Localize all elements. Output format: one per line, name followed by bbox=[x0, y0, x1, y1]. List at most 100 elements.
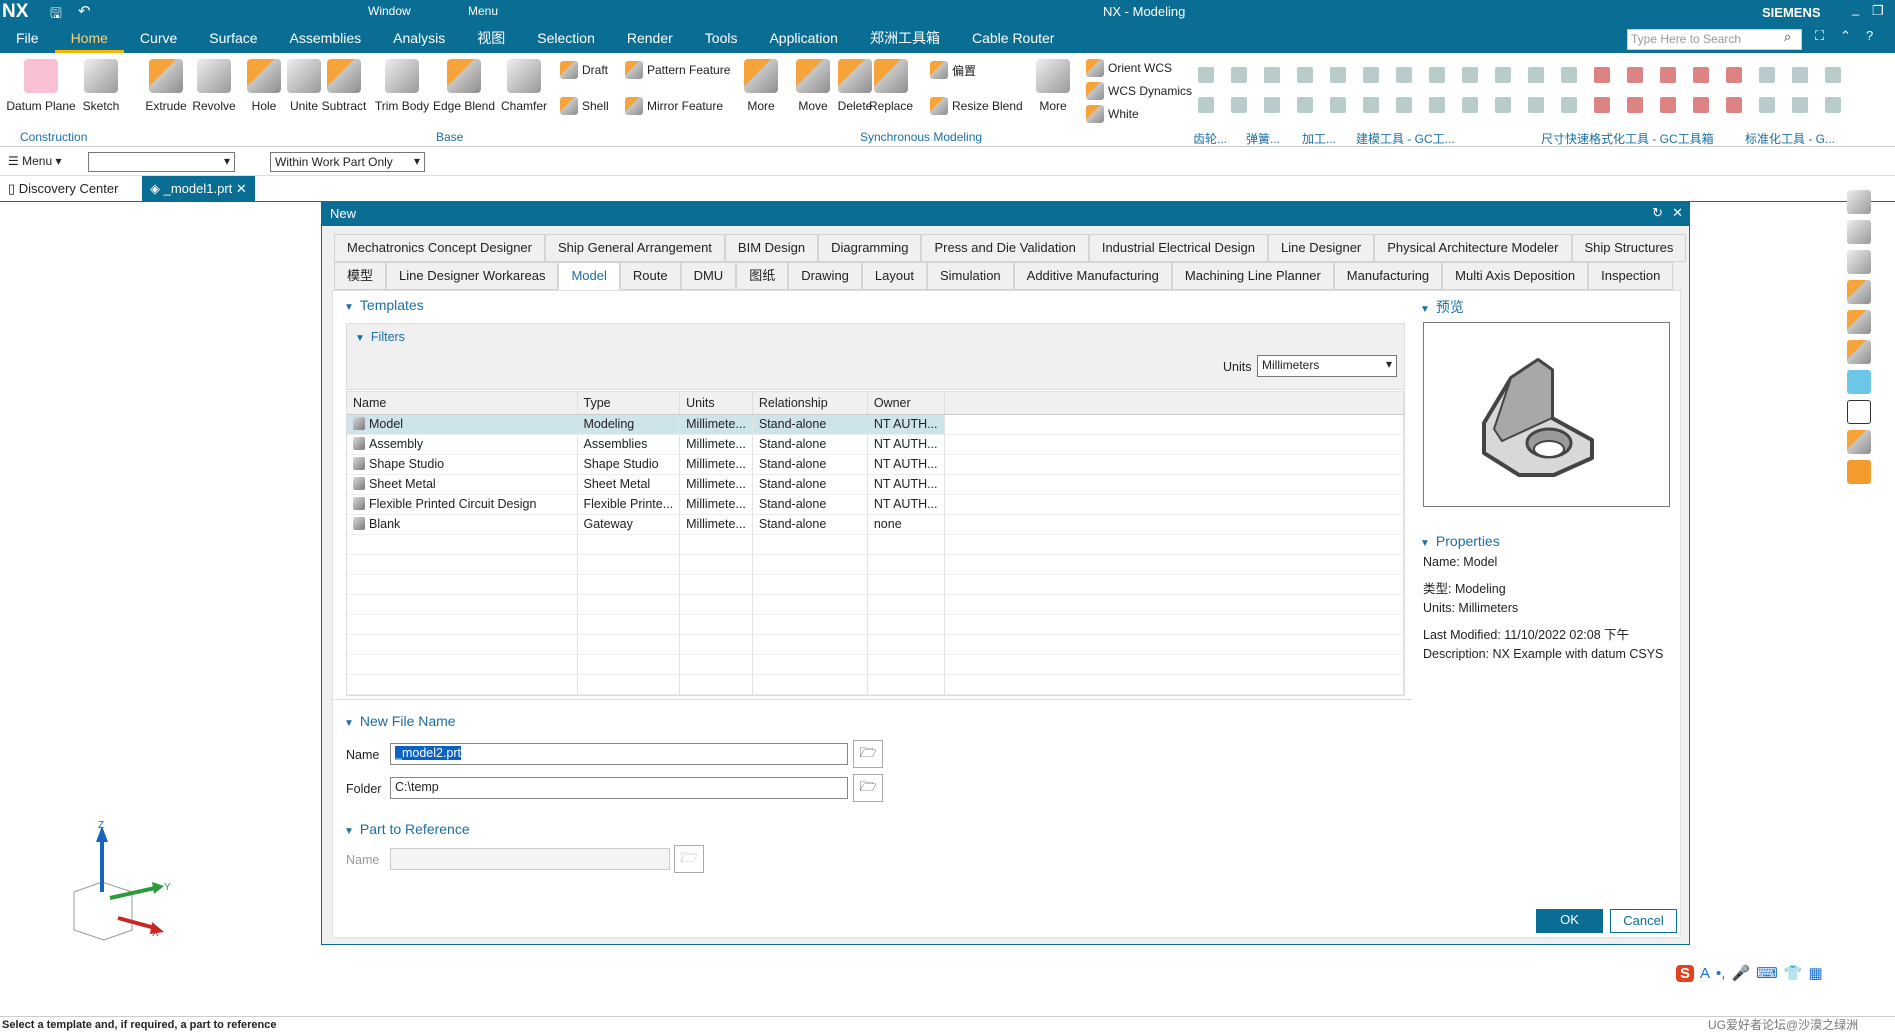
menu-7[interactable]: Selection bbox=[521, 24, 611, 53]
tab-tabs_row1-2[interactable]: BIM Design bbox=[724, 234, 819, 262]
part-to-reference-header[interactable]: ▼ Part to Reference bbox=[344, 821, 470, 837]
extrude-icon[interactable] bbox=[1847, 370, 1871, 394]
close-dialog-icon[interactable]: ✕ bbox=[1672, 205, 1683, 221]
copy-body-icon[interactable] bbox=[1847, 310, 1871, 334]
table-row[interactable]: Model Modeling Millimete... Stand-alone NT A… bbox=[347, 414, 1404, 435]
tool-icon[interactable] bbox=[1528, 97, 1544, 113]
tab-tabs_row1-0[interactable]: Mechatronics Concept Designer bbox=[334, 234, 545, 262]
group-construction[interactable]: Construction bbox=[20, 130, 87, 144]
table-row[interactable]: Shape Studio Shape Studio Millimete... Stan… bbox=[347, 454, 1404, 475]
group-tools[interactable]: 齿轮... bbox=[1193, 130, 1227, 147]
ribbon-button[interactable]: Edge Blend bbox=[432, 59, 496, 113]
keyboard-icon[interactable]: ⌨ bbox=[1756, 964, 1778, 982]
undo-icon[interactable]: ↶ bbox=[78, 2, 91, 20]
table-row[interactable] bbox=[347, 674, 1404, 695]
menu-3[interactable]: Surface bbox=[193, 24, 273, 53]
tab-tabs_row1-4[interactable]: Press and Die Validation bbox=[921, 234, 1089, 262]
skin-icon[interactable]: 👕 bbox=[1784, 964, 1803, 982]
help-icon[interactable]: ? bbox=[1866, 28, 1873, 43]
tab-tabs_row2-13[interactable]: Inspection bbox=[1588, 262, 1674, 290]
ribbon-small-button[interactable]: Orient WCS bbox=[1086, 59, 1172, 77]
tool-icon[interactable] bbox=[1363, 97, 1379, 113]
ribbon-small-button[interactable]: Pattern Feature bbox=[625, 61, 730, 79]
menu-9[interactable]: Tools bbox=[689, 24, 754, 53]
tool-icon[interactable] bbox=[1264, 97, 1280, 113]
ribbon-small-button[interactable]: 偏置 bbox=[930, 61, 976, 79]
tool-icon[interactable] bbox=[1792, 67, 1808, 83]
group-tools[interactable]: 标准化工具 - G... bbox=[1745, 130, 1835, 147]
menu-12[interactable]: Cable Router bbox=[956, 24, 1071, 53]
ribbon-button[interactable]: Trim Body bbox=[370, 59, 434, 113]
table-row[interactable]: Flexible Printed Circuit Design Flexible … bbox=[347, 494, 1404, 515]
group-synchronous-modeling[interactable]: Synchronous Modeling bbox=[860, 130, 982, 144]
view-icon[interactable] bbox=[1847, 220, 1871, 244]
ribbon-button[interactable]: More bbox=[740, 59, 782, 113]
browse-name-button[interactable]: 🗁 bbox=[853, 740, 883, 768]
tool-icon[interactable] bbox=[1330, 67, 1346, 83]
ribbon-small-button[interactable]: Mirror Feature bbox=[625, 97, 723, 115]
tool-icon[interactable] bbox=[1429, 67, 1445, 83]
tab-tabs_row1-6[interactable]: Line Designer bbox=[1268, 234, 1375, 262]
tool-icon[interactable] bbox=[1594, 67, 1610, 83]
ribbon-button[interactable]: More bbox=[1030, 59, 1076, 113]
menu-6[interactable]: 视图 bbox=[461, 24, 521, 53]
table-row[interactable] bbox=[347, 594, 1404, 615]
ribbon-button[interactable]: Replace bbox=[868, 59, 914, 113]
browse-ref-button[interactable]: 🗁 bbox=[674, 845, 704, 873]
new-file-name-header[interactable]: ▼ New File Name bbox=[344, 713, 456, 729]
menu-5[interactable]: Analysis bbox=[377, 24, 461, 53]
tab-tabs_row1-5[interactable]: Industrial Electrical Design bbox=[1088, 234, 1269, 262]
tool-icon[interactable] bbox=[1462, 67, 1478, 83]
visibility-icon[interactable] bbox=[1847, 190, 1871, 214]
type-filter-select[interactable] bbox=[88, 152, 235, 172]
window-menu[interactable]: Window bbox=[368, 4, 411, 18]
menu-1[interactable]: Home bbox=[54, 24, 124, 53]
ribbon-button[interactable]: Move bbox=[790, 59, 836, 113]
ref-name-field[interactable] bbox=[390, 848, 670, 870]
apps-icon[interactable]: ▦ bbox=[1808, 964, 1822, 982]
tool-icon[interactable] bbox=[1693, 97, 1709, 113]
tab-tabs_row2-4[interactable]: DMU bbox=[680, 262, 737, 290]
ribbon-small-button[interactable]: Shell bbox=[560, 97, 609, 115]
hide-icon[interactable] bbox=[1847, 250, 1871, 274]
tab-model1[interactable]: ◈ _model1.prt ✕ bbox=[142, 176, 255, 202]
tool-icon[interactable] bbox=[1396, 97, 1412, 113]
close-icon[interactable]: ✕ bbox=[236, 181, 247, 196]
column-header[interactable]: Units bbox=[679, 392, 753, 415]
search-icon[interactable]: ⌕ bbox=[1784, 29, 1791, 45]
sogou-icon[interactable]: S bbox=[1676, 964, 1695, 982]
replace-body-icon[interactable] bbox=[1847, 340, 1871, 364]
table-row[interactable]: Assembly Assemblies Millimete... Stand-alon… bbox=[347, 434, 1404, 455]
tool-icon[interactable] bbox=[1429, 97, 1445, 113]
tool-icon[interactable] bbox=[1726, 97, 1742, 113]
table-row[interactable] bbox=[347, 654, 1404, 675]
ribbon-button[interactable]: Revolve bbox=[188, 59, 240, 113]
table-row[interactable] bbox=[347, 554, 1404, 575]
tool-icon[interactable] bbox=[1792, 97, 1808, 113]
ime-mode-icon[interactable]: A bbox=[1700, 965, 1710, 982]
tool-icon[interactable] bbox=[1627, 67, 1643, 83]
ribbon-small-button[interactable]: WCS Dynamics bbox=[1086, 82, 1192, 100]
units-select[interactable]: Millimeters bbox=[1257, 355, 1397, 377]
punct-icon[interactable]: •, bbox=[1716, 965, 1725, 982]
table-row[interactable] bbox=[347, 534, 1404, 555]
tab-tabs_row1-7[interactable]: Physical Architecture Modeler bbox=[1374, 234, 1572, 262]
search-input[interactable]: Type Here to Search bbox=[1627, 29, 1802, 50]
tool-icon[interactable] bbox=[1231, 67, 1247, 83]
tool-icon[interactable] bbox=[1396, 67, 1412, 83]
tool-icon[interactable] bbox=[1264, 67, 1280, 83]
collapse-ribbon-icon[interactable]: ⌃ bbox=[1840, 28, 1851, 44]
tab-tabs_row2-9[interactable]: Additive Manufacturing bbox=[1013, 262, 1172, 290]
tool-icon[interactable] bbox=[1594, 97, 1610, 113]
tab-tabs_row2-1[interactable]: Line Designer Workareas bbox=[386, 262, 559, 290]
menu-4[interactable]: Assemblies bbox=[274, 24, 378, 53]
tool-icon[interactable] bbox=[1693, 67, 1709, 83]
tab-tabs_row1-8[interactable]: Ship Structures bbox=[1571, 234, 1687, 262]
ribbon-button[interactable]: Datum Plane bbox=[6, 59, 76, 113]
tool-icon[interactable] bbox=[1561, 97, 1577, 113]
group-tools[interactable]: 建模工具 - GC工... bbox=[1356, 130, 1455, 147]
tab-tabs_row2-2[interactable]: Model bbox=[558, 262, 620, 290]
column-header[interactable]: Type bbox=[577, 392, 681, 415]
ok-button[interactable]: OK bbox=[1536, 909, 1603, 933]
column-header[interactable]: Name bbox=[347, 392, 578, 415]
